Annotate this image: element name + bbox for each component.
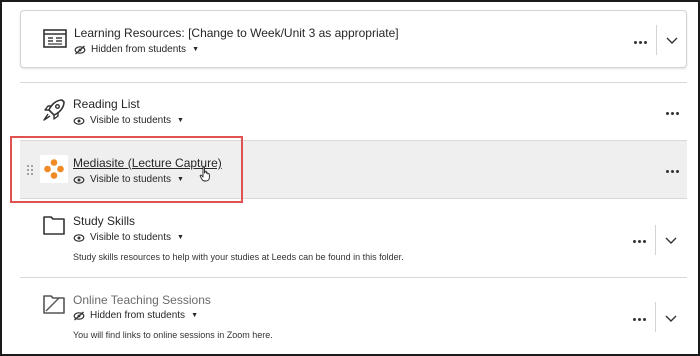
visibility-label: Hidden from students (90, 310, 186, 321)
item-description: Study skills resources to help with your… (73, 252, 404, 262)
more-options-button[interactable] (663, 164, 681, 178)
visibility-dropdown[interactable]: Visible to students ▼ (73, 115, 184, 126)
more-options-button[interactable] (663, 106, 681, 120)
visibility-dropdown[interactable]: Hidden from students ▼ (73, 310, 198, 321)
content-item-reading-list[interactable]: Reading List Visible to students ▼ (20, 83, 687, 140)
learning-module-icon (41, 25, 69, 53)
divider (655, 302, 656, 332)
eye-icon (73, 233, 85, 242)
hand-cursor-icon (199, 166, 210, 182)
eye-slash-icon (73, 311, 85, 320)
rocket-icon (40, 96, 68, 124)
visibility-label: Visible to students (90, 232, 171, 243)
eye-slash-icon (74, 45, 86, 54)
item-description: You will find links to online sessions i… (73, 330, 273, 340)
divider (655, 225, 656, 255)
content-item-online-teaching-sessions[interactable]: Online Teaching Sessions Hidden from stu… (20, 278, 687, 348)
caret-down-icon: ▼ (176, 234, 184, 241)
visibility-label: Visible to students (90, 115, 171, 126)
item-title[interactable]: Learning Resources: [Change to Week/Unit… (74, 26, 399, 40)
item-title[interactable]: Online Teaching Sessions (73, 293, 211, 307)
caret-down-icon: ▼ (191, 312, 198, 319)
visibility-label: Hidden from students (91, 44, 187, 55)
folder-icon (40, 211, 68, 239)
chevron-down-icon[interactable] (665, 36, 679, 46)
visibility-dropdown[interactable]: Hidden from students ▼ (74, 44, 199, 55)
more-options-button[interactable] (631, 35, 649, 49)
item-title[interactable]: Reading List (73, 97, 140, 111)
chevron-down-icon[interactable] (664, 236, 678, 246)
more-options-button[interactable] (630, 312, 648, 326)
caret-down-icon: ▼ (192, 46, 199, 53)
divider (656, 25, 657, 55)
screenshot-frame: Learning Resources: [Change to Week/Unit… (0, 0, 700, 356)
content-item-learning-resources[interactable]: Learning Resources: [Change to Week/Unit… (20, 10, 687, 68)
item-title[interactable]: Study Skills (73, 214, 135, 228)
content-item-study-skills[interactable]: Study Skills Visible to students ▼ Study… (20, 199, 687, 277)
more-options-button[interactable] (630, 234, 648, 248)
chevron-down-icon[interactable] (664, 314, 678, 324)
caret-down-icon: ▼ (176, 117, 184, 124)
folder-hidden-icon (40, 290, 68, 318)
eye-icon (73, 116, 85, 125)
visibility-dropdown[interactable]: Visible to students ▼ (73, 232, 184, 243)
